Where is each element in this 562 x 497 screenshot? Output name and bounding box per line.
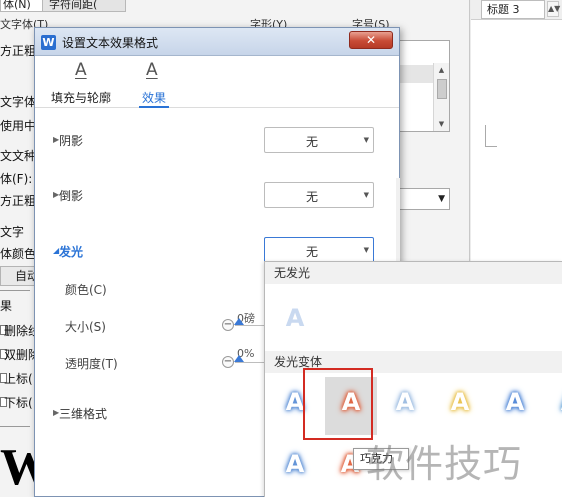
size-slider-track[interactable]: [235, 325, 265, 326]
size-decrease-icon[interactable]: −: [222, 319, 234, 331]
shadow-section-label[interactable]: 阴影: [59, 132, 83, 149]
shadow-value: 无: [305, 135, 318, 149]
glow-size-label: 大小(S): [65, 320, 106, 334]
scroll-down-icon[interactable]: ▼: [434, 117, 449, 131]
close-button[interactable]: ✕: [349, 31, 393, 49]
no-glow-option[interactable]: A: [277, 300, 313, 336]
tab-char-spacing-label: 字符间距(: [49, 0, 98, 11]
font-size-scrollbar[interactable]: ▲ ▼: [433, 63, 449, 131]
bg-label-2: 使用中: [0, 119, 37, 133]
bg-label-7: 体颜色: [0, 247, 37, 261]
shadow-dropdown[interactable]: 无 ▼: [264, 127, 374, 153]
three-d-section-label[interactable]: 三维格式: [59, 405, 107, 422]
scroll-thumb[interactable]: [437, 79, 447, 99]
active-tab-indicator: [139, 106, 169, 108]
transparency-slider-thumb[interactable]: [234, 355, 244, 362]
reflection-dropdown[interactable]: 无 ▼: [264, 182, 374, 208]
chevron-down-icon: ▼: [363, 136, 369, 144]
bg-label-1: 文字体: [0, 95, 37, 109]
bg-label-effects: 果: [0, 299, 13, 313]
glow-dropdown[interactable]: 无 ▼: [264, 237, 374, 263]
glow-value: 无: [305, 245, 318, 259]
dialog-titlebar[interactable]: W 设置文本效果格式 ✕: [35, 28, 399, 56]
style-selector[interactable]: 标题 3: [481, 0, 545, 19]
superscript-label: 上标(: [4, 372, 33, 386]
glow-variant-6[interactable]: A: [277, 446, 313, 482]
glow-section-label[interactable]: 发光: [59, 243, 83, 260]
margin-corner-mark: [485, 125, 497, 147]
glow-transparency-label: 透明度(T): [65, 357, 118, 371]
transparency-decrease-icon[interactable]: −: [222, 356, 234, 368]
app-logo-icon: W: [41, 35, 56, 50]
ribbon-bar: 标题 3 ▲▼: [471, 0, 562, 20]
effects-icon[interactable]: A: [146, 60, 158, 80]
style-spinner-icon[interactable]: ▲▼: [547, 1, 560, 17]
glow-variant-4[interactable]: A: [497, 384, 533, 420]
watermark-text: 软件技巧: [366, 442, 523, 486]
size-slider-thumb[interactable]: [234, 318, 244, 325]
tab-font[interactable]: 体(N): [0, 0, 44, 12]
glow-variant-5[interactable]: A: [552, 384, 562, 420]
subscript-label: 下标(: [4, 396, 33, 410]
fill-outline-icon[interactable]: A: [75, 60, 87, 80]
tab-char-spacing[interactable]: 字符间距(: [42, 0, 126, 12]
font-size-list[interactable]: ▲ ▼: [398, 40, 450, 132]
font-size-list-selection: [399, 65, 435, 83]
tab-fill-outline[interactable]: 填充与轮廓: [51, 89, 111, 106]
scroll-up-icon[interactable]: ▲: [434, 63, 449, 77]
bg-label-4: 体(F):: [0, 172, 33, 186]
divider: [0, 290, 30, 291]
glow-color-label: 颜色(C): [65, 283, 107, 297]
transparency-slider-track[interactable]: [235, 362, 265, 363]
preview-divider: [0, 426, 30, 427]
glow-variant-3[interactable]: A: [442, 384, 478, 420]
tab-effects[interactable]: 效果: [142, 89, 166, 106]
glow-variant-2[interactable]: A: [387, 384, 423, 420]
reflection-section-label[interactable]: 倒影: [59, 187, 83, 204]
bg-label-6: 文字: [0, 225, 25, 239]
font-combo[interactable]: ▼: [398, 188, 450, 210]
reflection-value: 无: [305, 190, 318, 204]
dialog-title: 设置文本效果格式: [62, 36, 159, 50]
chevron-down-icon: ▼: [438, 194, 445, 204]
chevron-down-icon: ▼: [363, 246, 369, 254]
bg-label-3: 文文种: [0, 149, 37, 163]
chevron-down-icon: ▼: [363, 191, 369, 199]
selection-annotation-box: [303, 368, 373, 440]
dialog-tabs: A 填充与轮廓 A 效果: [35, 56, 399, 108]
tab-font-label: 体(N): [3, 0, 31, 11]
no-glow-header: 无发光: [265, 262, 562, 284]
